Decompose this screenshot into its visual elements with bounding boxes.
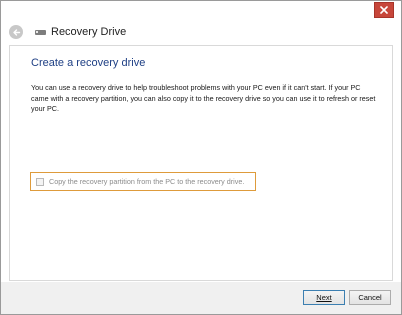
page-heading: Create a recovery drive <box>31 57 146 69</box>
cancel-button-label: Cancel <box>358 293 382 302</box>
description-text: You can use a recovery drive to help tro… <box>31 83 376 113</box>
copy-partition-option[interactable]: Copy the recovery partition from the PC … <box>30 172 256 191</box>
title-bar <box>1 1 401 23</box>
back-arrow-icon <box>12 28 20 36</box>
window-title: Recovery Drive <box>51 26 127 38</box>
next-button[interactable]: Next <box>303 290 345 305</box>
cancel-button[interactable]: Cancel <box>349 290 391 305</box>
back-button[interactable] <box>9 25 23 39</box>
copy-partition-checkbox[interactable] <box>36 177 44 186</box>
recovery-drive-window: Recovery Drive Create a recovery drive Y… <box>0 0 402 315</box>
close-icon <box>380 6 388 14</box>
navigation-row: Recovery Drive <box>9 23 126 41</box>
close-button[interactable] <box>374 2 394 18</box>
footer-bar: Next Cancel <box>1 282 401 314</box>
next-button-label: Next <box>316 293 332 302</box>
drive-icon <box>35 29 46 35</box>
content-panel: Create a recovery drive You can use a re… <box>9 45 393 281</box>
copy-partition-label: Copy the recovery partition from the PC … <box>49 177 245 186</box>
